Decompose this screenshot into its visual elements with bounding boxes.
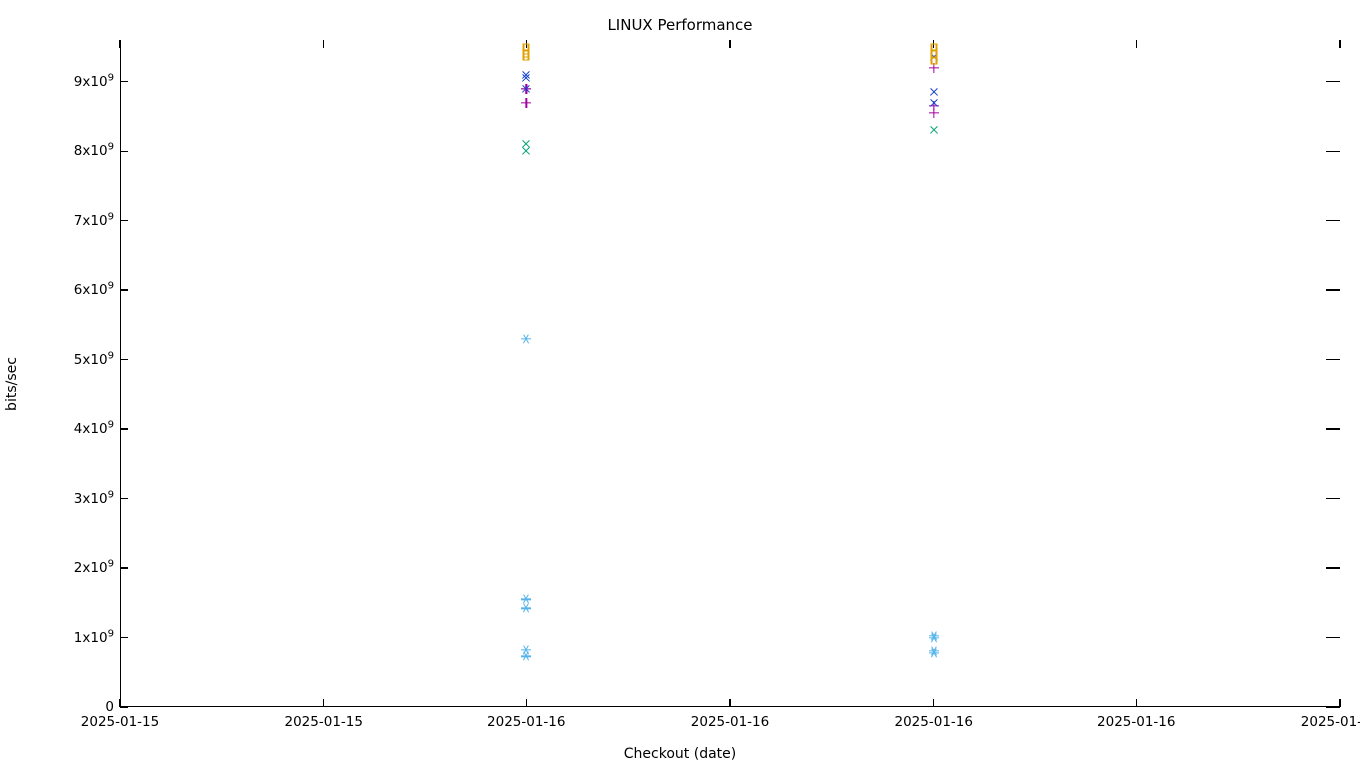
plot-area: [120, 40, 1340, 707]
y-tick-mark: [1326, 498, 1340, 499]
square-marker: [523, 54, 530, 61]
y-tick-mark: [1326, 220, 1340, 221]
x-tick-label: 2025-01-15: [285, 714, 363, 730]
y-axis: [120, 40, 121, 707]
y-tick-mark: [1326, 706, 1340, 707]
x-marker: [521, 73, 531, 83]
y-tick-mark: [120, 151, 128, 152]
y-tick-label: 8x109: [74, 143, 114, 159]
performance-chart: LINUX Performance bits/sec Checkout (dat…: [0, 0, 1360, 768]
chart-title: LINUX Performance: [0, 16, 1360, 34]
y-axis-label: bits/sec: [4, 357, 20, 411]
x-marker: [929, 98, 939, 108]
plus-marker: [521, 84, 531, 94]
y-tick-mark: [1326, 359, 1340, 360]
x-tick-mark: [729, 699, 730, 707]
y-tick-mark: [1326, 289, 1340, 290]
x-marker: [521, 139, 531, 149]
x-tick-label: 2025-01-15: [81, 714, 159, 730]
plus-marker: [929, 108, 939, 118]
y-tick-mark: [120, 567, 128, 568]
x-tick-mark: [933, 699, 934, 707]
asterisk-marker: [929, 631, 939, 641]
y-tick-mark: [120, 498, 128, 499]
y-tick-label: 4x109: [74, 421, 114, 437]
asterisk-marker: [521, 603, 531, 613]
y-tick-mark: [1326, 637, 1340, 638]
x-marker: [521, 70, 531, 80]
x-tick-mark: [323, 699, 324, 707]
y-tick-mark: [1326, 567, 1340, 568]
x-tick-mark: [1136, 40, 1137, 48]
x-tick-mark: [119, 40, 120, 48]
x-tick-mark: [323, 40, 324, 48]
plus-marker: [521, 84, 531, 94]
y-tick-label: 7x109: [74, 213, 114, 229]
x-tick-mark: [1339, 699, 1340, 707]
plus-marker: [929, 101, 939, 111]
asterisk-marker: [521, 594, 531, 604]
x-tick-label: 2025-01-16: [895, 714, 973, 730]
x-marker: [929, 87, 939, 97]
y-tick-mark: [120, 289, 128, 290]
x-tick-mark: [933, 40, 934, 48]
x-tick-label: 2025-01-16: [1301, 714, 1360, 730]
y-tick-label: 2x109: [74, 560, 114, 576]
y-tick-mark: [1326, 151, 1340, 152]
x-tick-mark: [1339, 40, 1340, 48]
y-tick-mark: [1326, 81, 1340, 82]
square-marker: [523, 50, 530, 57]
y-tick-mark: [120, 637, 128, 638]
x-marker: [929, 125, 939, 135]
x-marker: [521, 146, 531, 156]
y-tick-mark: [120, 81, 128, 82]
x-tick-label: 2025-01-16: [487, 714, 565, 730]
y-tick-mark: [120, 706, 128, 707]
x-tick-mark: [526, 40, 527, 48]
y-tick-mark: [120, 428, 128, 429]
y-tick-label: 9x109: [74, 74, 114, 90]
y-tick-mark: [1326, 428, 1340, 429]
square-marker: [930, 57, 937, 64]
asterisk-marker: [929, 633, 939, 643]
y-tick-label: 3x109: [74, 491, 114, 507]
square-marker: [930, 50, 937, 57]
x-tick-mark: [729, 40, 730, 48]
x-tick-mark: [526, 699, 527, 707]
y-tick-label: 0: [105, 699, 114, 715]
asterisk-marker: [521, 645, 531, 655]
x-marker: [929, 52, 939, 62]
y-tick-label: 1x109: [74, 630, 114, 646]
x-axis-label: Checkout (date): [0, 746, 1360, 762]
asterisk-marker: [929, 646, 939, 656]
x-marker: [521, 84, 531, 94]
asterisk-marker: [521, 334, 531, 344]
x-tick-mark: [1136, 699, 1137, 707]
y-tick-mark: [120, 220, 128, 221]
y-tick-mark: [120, 359, 128, 360]
x-tick-label: 2025-01-16: [1097, 714, 1175, 730]
x-tick-label: 2025-01-16: [691, 714, 769, 730]
y-tick-label: 5x109: [74, 352, 114, 368]
asterisk-marker: [521, 651, 531, 661]
asterisk-marker: [929, 648, 939, 658]
x-tick-mark: [119, 699, 120, 707]
plus-marker: [521, 98, 531, 108]
plus-marker: [929, 63, 939, 73]
y-tick-label: 6x109: [74, 282, 114, 298]
